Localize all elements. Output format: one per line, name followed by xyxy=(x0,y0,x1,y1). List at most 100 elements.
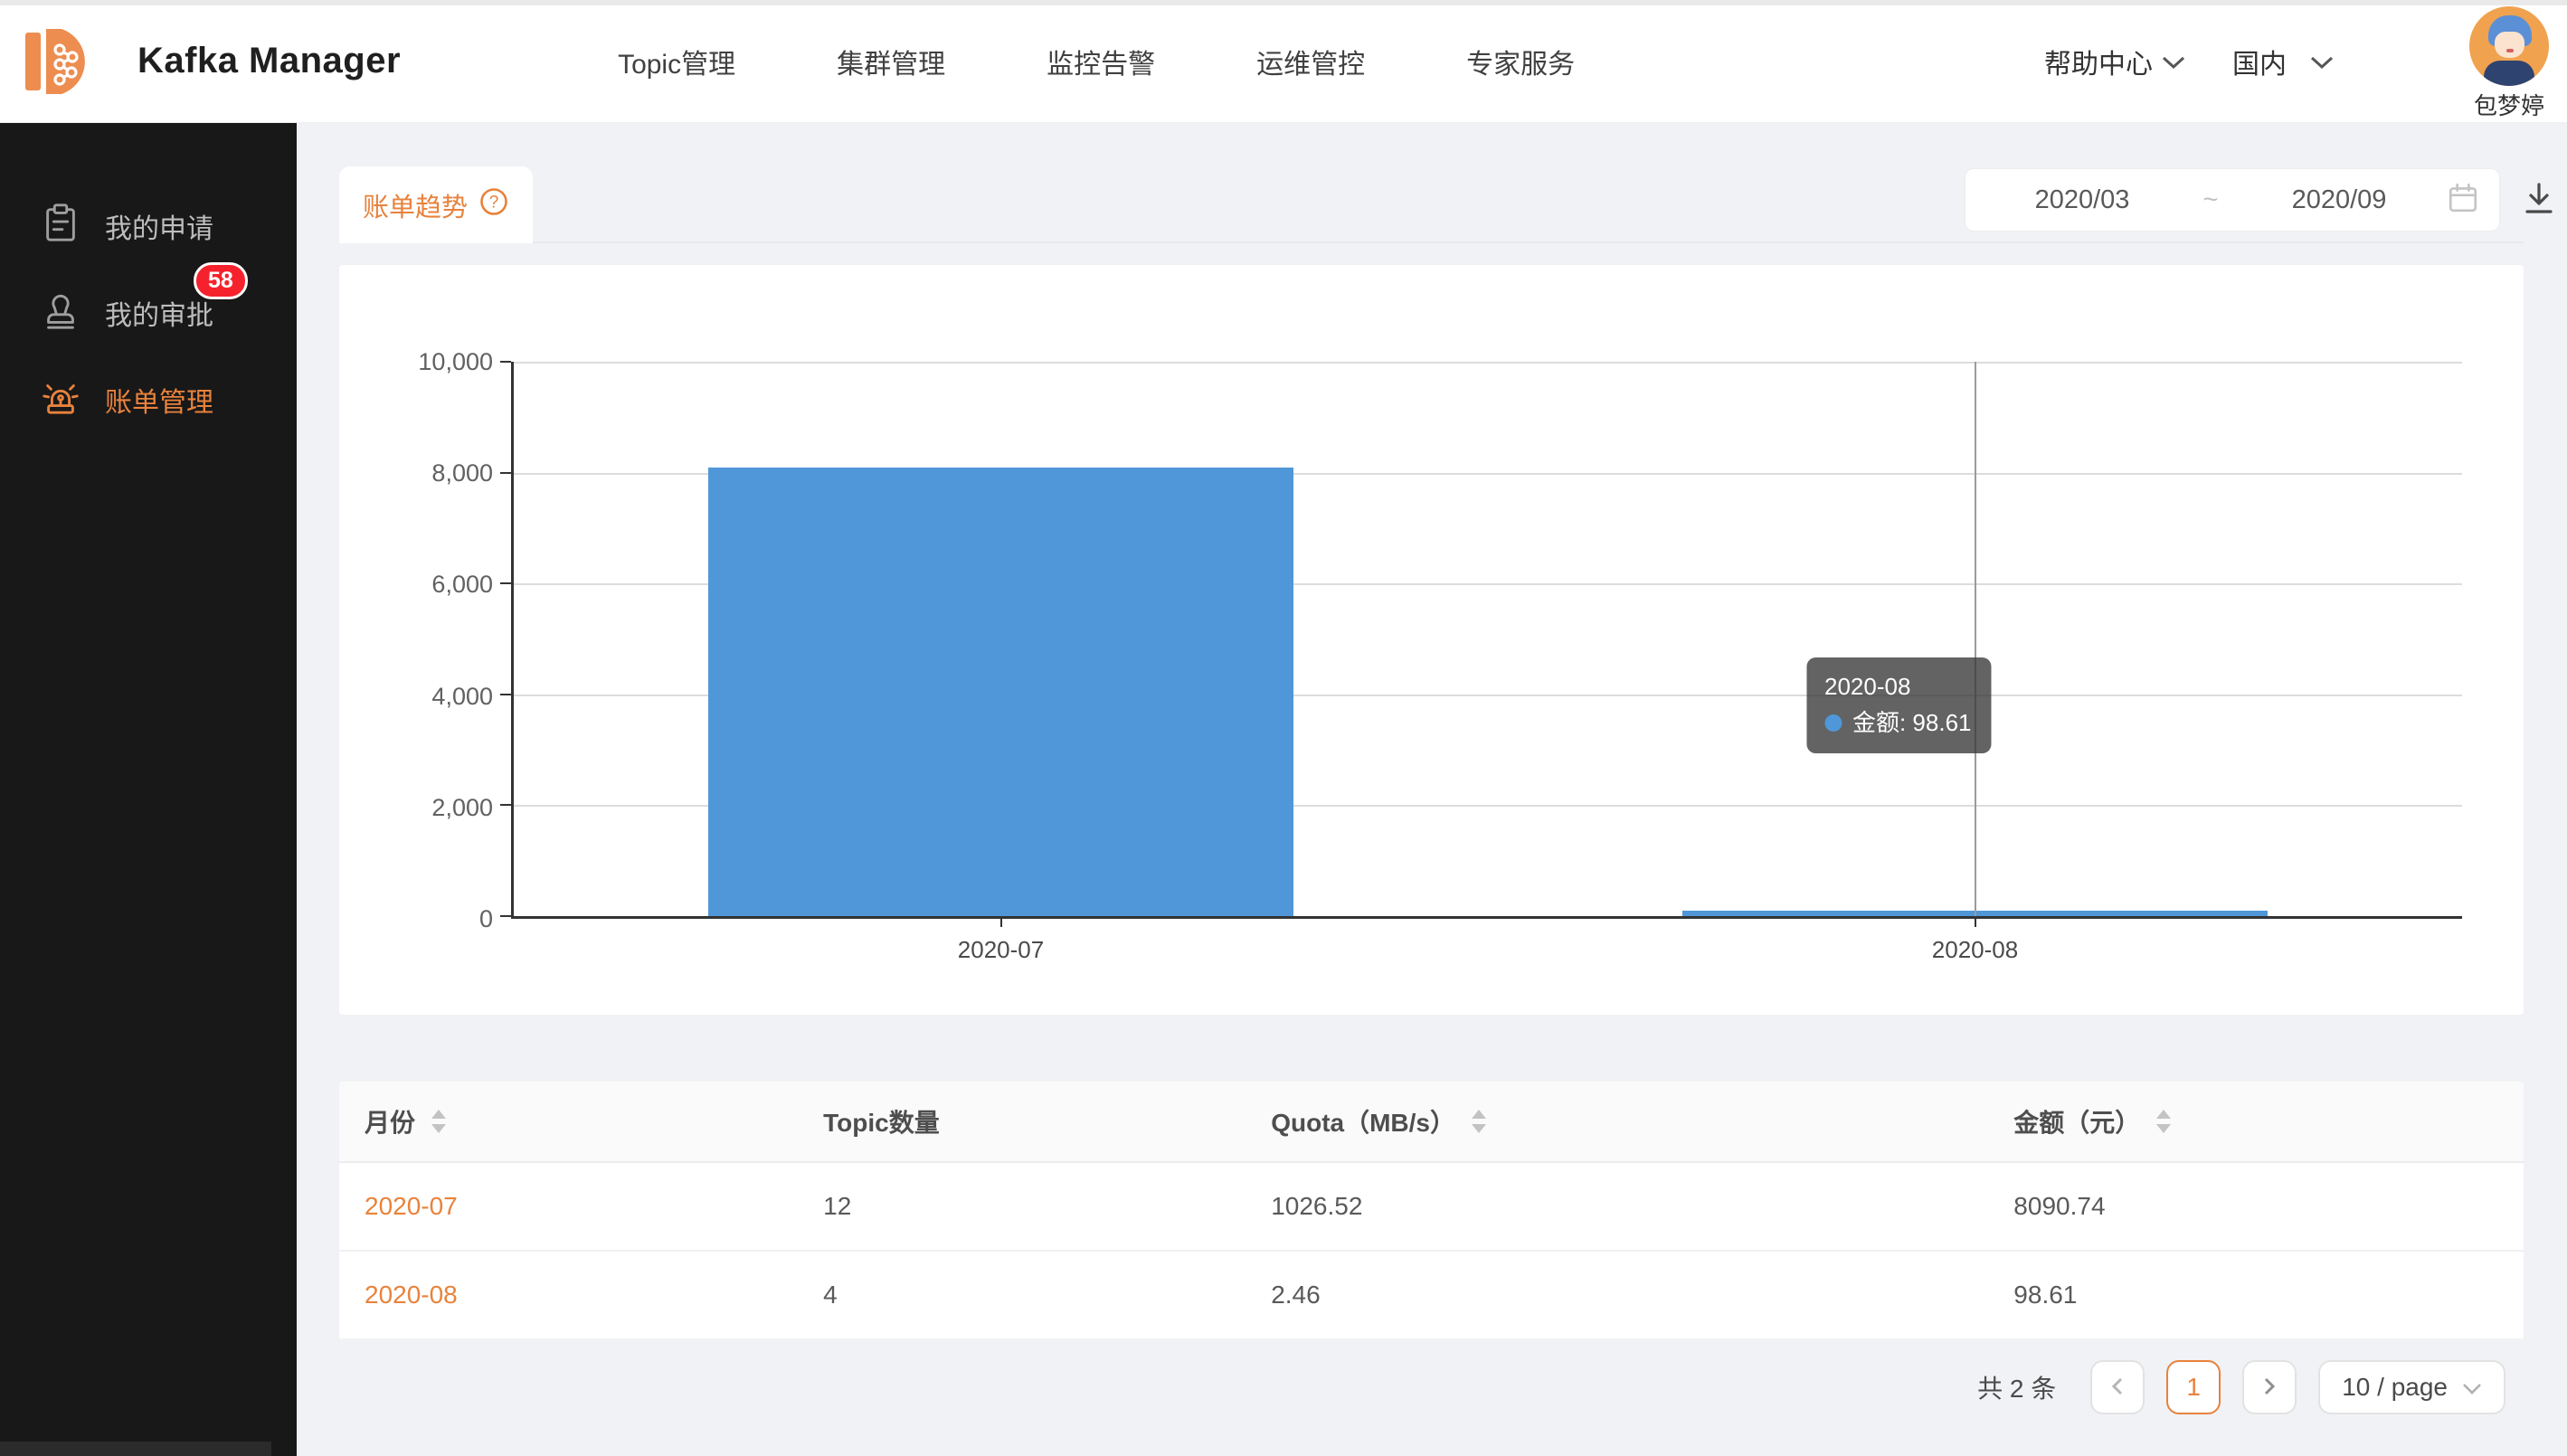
sidebar-item-bill-management[interactable]: 账单管理 xyxy=(0,356,297,443)
sidebar-scrollbar[interactable] xyxy=(0,1442,271,1456)
sidebar-item-label: 我的申请 xyxy=(105,206,213,246)
y-tick-mark xyxy=(500,361,511,363)
y-tick-mark xyxy=(500,582,511,584)
tooltip-series-text: 金额: 98.61 xyxy=(1852,704,1972,741)
tab-bill-trend[interactable]: 账单趋势 ? xyxy=(339,166,533,243)
y-tick-mark xyxy=(500,472,511,474)
kafka-manager-app: Kafka Manager Topic管理 集群管理 监控告警 运维管控 专家服… xyxy=(0,0,2567,1456)
approval-count-badge: 58 xyxy=(194,262,248,299)
date-start-input[interactable]: 2020/03 xyxy=(1975,185,2190,215)
column-header-topic-count: Topic数量 xyxy=(798,1103,1246,1139)
pagination-total: 共 2 条 xyxy=(1977,1369,2056,1405)
bill-table: 月份 Topic数量 Quota（MB/s） 金额（元） 2020-07 12 xyxy=(339,1082,2524,1340)
x-tick-mark xyxy=(1975,916,1976,927)
y-tick-label: 6,000 xyxy=(431,570,493,599)
stamp-icon xyxy=(40,288,81,337)
nav-topic-management[interactable]: Topic管理 xyxy=(618,42,735,81)
sort-icon[interactable] xyxy=(2156,1110,2171,1133)
nav-cluster-management[interactable]: 集群管理 xyxy=(837,42,945,81)
y-tick-label: 2,000 xyxy=(431,793,493,822)
avatar xyxy=(2469,6,2549,86)
brand-title: Kafka Manager xyxy=(137,41,401,81)
page-size-label: 10 / page xyxy=(2342,1373,2448,1402)
window-top-strip xyxy=(0,0,2567,5)
main-content: 账单趋势 ? 2020/03 ~ 2020/09 xyxy=(297,123,2567,1456)
sort-icon[interactable] xyxy=(1472,1110,1486,1133)
download-button[interactable] xyxy=(2518,179,2560,221)
app-logo-icon xyxy=(22,18,109,105)
help-center-label: 帮助中心 xyxy=(2044,42,2153,81)
page-size-select[interactable]: 10 / page xyxy=(2318,1360,2505,1414)
nav-expert-service[interactable]: 专家服务 xyxy=(1466,42,1575,81)
month-link[interactable]: 2020-08 xyxy=(339,1281,798,1309)
topic-count-cell: 4 xyxy=(798,1281,1246,1309)
sidebar-item-label: 账单管理 xyxy=(105,380,213,420)
header-right: 帮助中心 国内 包梦婷 xyxy=(2044,1,2567,121)
sidebar-item-my-approvals[interactable]: 我的审批 58 xyxy=(0,269,297,356)
quota-cell: 2.46 xyxy=(1246,1281,1988,1309)
y-tick-mark xyxy=(500,915,511,917)
chevron-down-icon xyxy=(2310,46,2334,77)
date-end-input[interactable]: 2020/09 xyxy=(2231,185,2447,215)
tab-label: 账单趋势 xyxy=(363,186,468,224)
user-menu[interactable]: 包梦婷 xyxy=(2469,1,2549,121)
clipboard-icon xyxy=(40,202,81,251)
column-header-month[interactable]: 月份 xyxy=(339,1103,798,1139)
sidebar: 我的申请 我的审批 58 xyxy=(0,123,297,1456)
region-select[interactable]: 国内 xyxy=(2232,42,2334,81)
tooltip-series-dot xyxy=(1824,714,1842,732)
sidebar-item-my-applications[interactable]: 我的申请 xyxy=(0,183,297,269)
brand[interactable]: Kafka Manager xyxy=(0,18,401,105)
y-axis-labels: 02,0004,0006,0008,00010,000 xyxy=(339,362,504,919)
next-page-button[interactable] xyxy=(2242,1360,2297,1414)
region-label: 国内 xyxy=(2232,42,2287,81)
y-tick-label: 10,000 xyxy=(418,347,493,376)
amount-cell: 8090.74 xyxy=(1988,1192,2524,1221)
page-1-button[interactable]: 1 xyxy=(2166,1360,2221,1414)
chevron-right-icon xyxy=(2259,1376,2279,1400)
siren-icon xyxy=(40,375,81,424)
pagination: 共 2 条 1 10 / page xyxy=(1977,1360,2505,1414)
help-icon[interactable]: ? xyxy=(478,186,509,224)
svg-text:?: ? xyxy=(489,193,499,212)
tabbar-divider xyxy=(339,241,2524,243)
bar-2020-07[interactable] xyxy=(708,468,1293,916)
table-row: 2020-08 4 2.46 98.61 xyxy=(339,1252,2524,1340)
x-axis-label: 2020-08 xyxy=(1932,936,2018,964)
prev-page-button[interactable] xyxy=(2090,1360,2145,1414)
header: Kafka Manager Topic管理 集群管理 监控告警 运维管控 专家服… xyxy=(0,0,2567,123)
chart-tooltip: 2020-08 金额: 98.61 xyxy=(1806,657,1992,753)
sort-icon[interactable] xyxy=(431,1110,446,1133)
chevron-down-icon xyxy=(2462,1373,2482,1402)
quota-cell: 1026.52 xyxy=(1246,1192,1988,1221)
y-tick-label: 0 xyxy=(479,904,493,933)
tooltip-title: 2020-08 xyxy=(1824,668,1972,704)
y-tick-mark xyxy=(500,804,511,806)
table-header-row: 月份 Topic数量 Quota（MB/s） 金额（元） xyxy=(339,1082,2524,1163)
date-separator: ~ xyxy=(2190,185,2231,215)
chart-crosshair xyxy=(1975,362,1976,916)
y-tick-label: 4,000 xyxy=(431,682,493,711)
x-axis-label: 2020-07 xyxy=(958,936,1044,964)
topic-count-cell: 12 xyxy=(798,1192,1246,1221)
amount-cell: 98.61 xyxy=(1988,1281,2524,1309)
table-row: 2020-07 12 1026.52 8090.74 xyxy=(339,1163,2524,1252)
chevron-down-icon xyxy=(2162,46,2185,77)
date-range-picker[interactable]: 2020/03 ~ 2020/09 xyxy=(1965,168,2500,232)
gridline xyxy=(514,362,2462,364)
top-nav: Topic管理 集群管理 监控告警 运维管控 专家服务 xyxy=(618,42,1575,81)
username: 包梦婷 xyxy=(2474,88,2544,121)
month-link[interactable]: 2020-07 xyxy=(339,1192,798,1221)
y-tick-mark xyxy=(500,694,511,695)
download-icon xyxy=(2519,178,2559,222)
nav-ops-control[interactable]: 运维管控 xyxy=(1256,42,1365,81)
column-header-quota[interactable]: Quota（MB/s） xyxy=(1246,1103,1988,1139)
chart-plot: 2020-08 金额: 98.61 2020-072020-08 xyxy=(511,362,2462,919)
calendar-icon xyxy=(2447,182,2479,219)
nav-monitor-alert[interactable]: 监控告警 xyxy=(1047,42,1155,81)
x-tick-mark xyxy=(1000,916,1002,927)
chevron-left-icon xyxy=(2108,1376,2127,1400)
column-header-amount[interactable]: 金额（元） xyxy=(1988,1103,2524,1139)
help-center-menu[interactable]: 帮助中心 xyxy=(2044,42,2185,81)
sidebar-item-label: 我的审批 xyxy=(105,293,213,333)
